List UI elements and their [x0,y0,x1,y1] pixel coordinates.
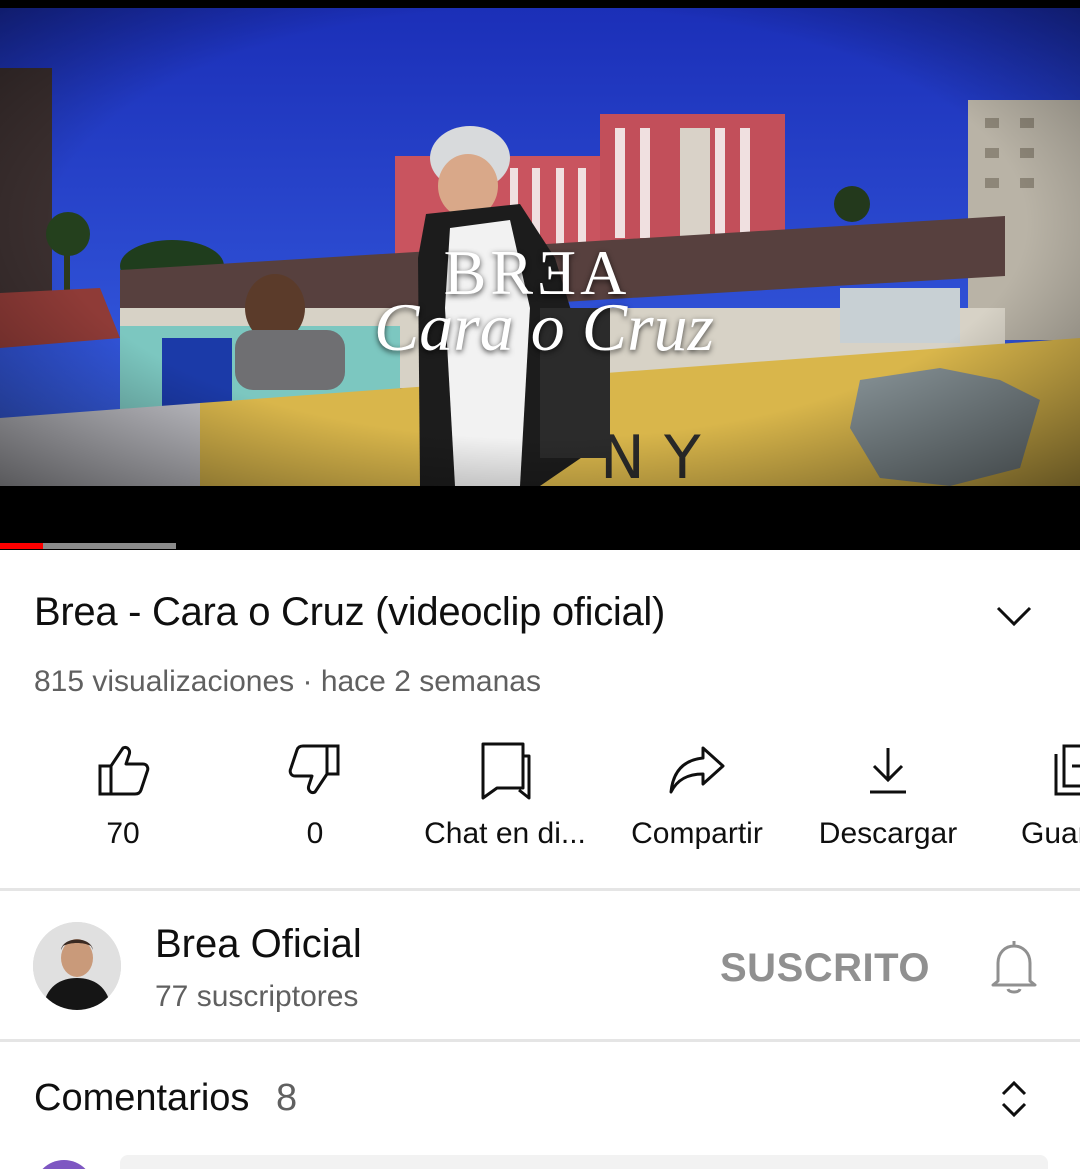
like-count: 70 [106,817,140,850]
download-button[interactable]: Descargar [792,730,984,870]
channel-avatar-image [33,922,121,1010]
thumbs-up-icon [98,746,150,796]
save-icon [1054,744,1080,796]
unfold-icon [1001,1080,1027,1118]
live-chat-label: Chat en di... [424,817,586,850]
expand-description-button[interactable] [988,592,1040,640]
comments-heading[interactable]: Comentarios [34,1077,249,1120]
comments-expand-button[interactable] [990,1075,1038,1123]
share-button[interactable]: Compartir [601,730,793,870]
download-icon [870,748,906,794]
channel-avatar[interactable] [33,922,121,1010]
video-overlay-song: Cara o Cruz [373,289,715,365]
comment-preview[interactable] [120,1155,1048,1169]
video-meta: 815 visualizaciones · hace 2 semanas [34,665,541,698]
like-button[interactable]: 70 [27,730,219,870]
comments-count: 8 [276,1077,298,1119]
share-label: Compartir [631,817,763,850]
thumbs-down-icon [288,744,340,794]
download-label: Descargar [818,817,958,850]
divider [0,888,1080,891]
action-bar: 70 0 Chat en di... Compartir Descargar G… [0,730,1080,880]
video-frame[interactable]: N Y BRƎA Cara o Cruz [0,8,1080,486]
save-label: Guardar [1021,817,1080,850]
chevron-down-icon [996,606,1032,627]
comment-avatar [34,1160,94,1169]
bell-icon [991,941,1037,994]
progress-watched [0,543,43,549]
live-chat-button[interactable]: Chat en di... [409,730,601,870]
dislike-count: 0 [306,817,324,850]
save-button[interactable]: Guardar [984,730,1080,870]
progress-bar[interactable] [0,543,176,549]
channel-name[interactable]: Brea Oficial [155,922,362,967]
subscribed-button[interactable]: SUSCRITO [706,938,944,998]
video-player[interactable]: N Y BRƎA Cara o Cruz [0,0,1080,550]
divider [0,1039,1080,1042]
subscriber-count: 77 suscriptores [155,980,359,1013]
notification-bell-button[interactable] [982,932,1046,1000]
video-title[interactable]: Brea - Cara o Cruz (videoclip oficial) [34,590,665,635]
share-icon [669,746,725,794]
chat-icon [481,742,531,800]
dislike-button[interactable]: 0 [219,730,411,870]
